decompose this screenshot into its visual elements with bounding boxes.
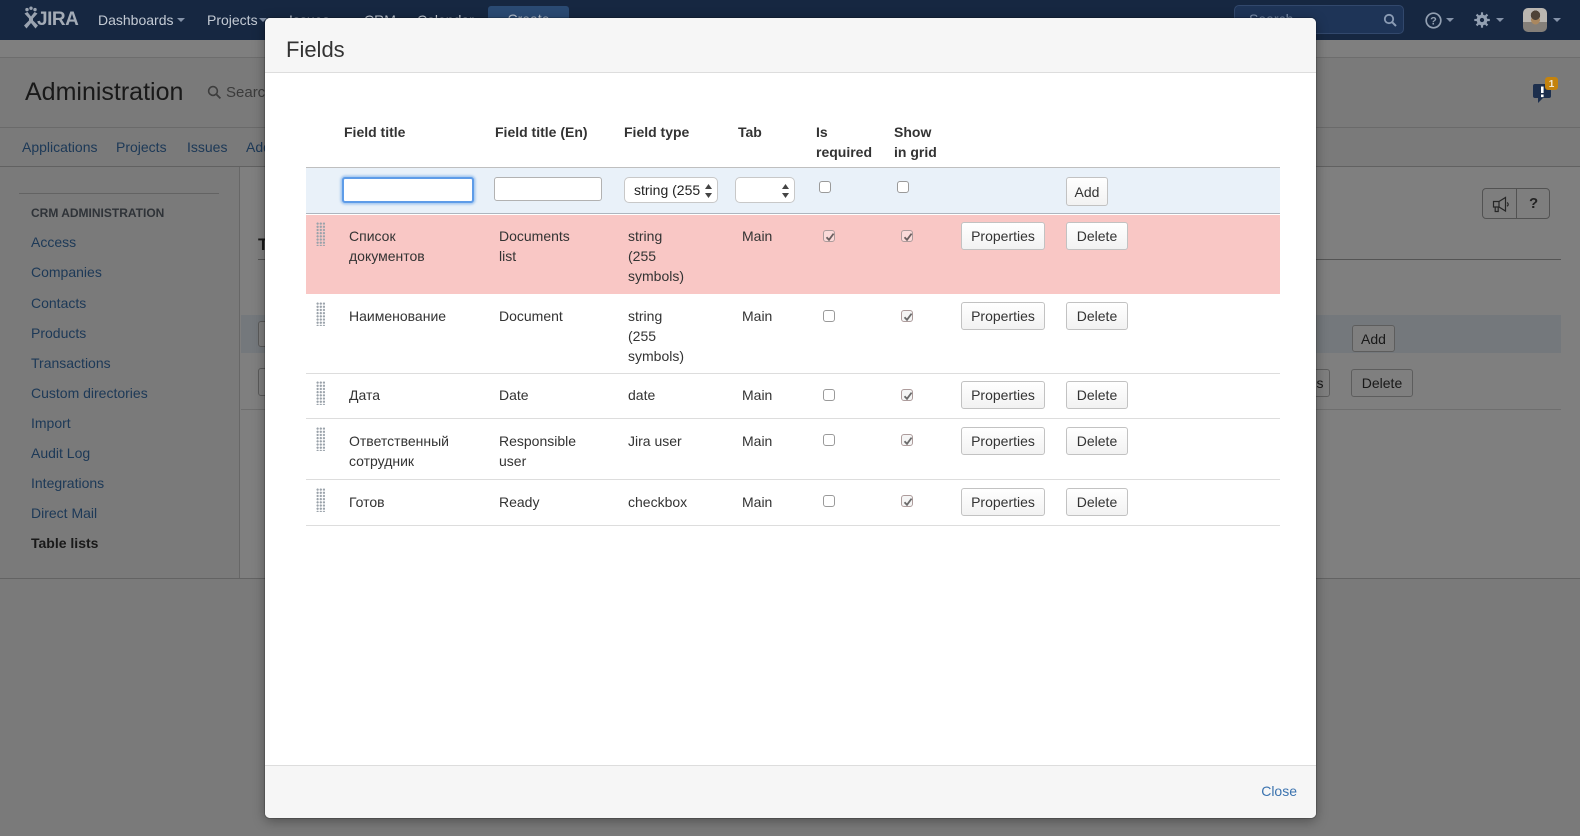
svg-text:1: 1 bbox=[1549, 79, 1555, 90]
svg-text:?: ? bbox=[1430, 16, 1437, 28]
